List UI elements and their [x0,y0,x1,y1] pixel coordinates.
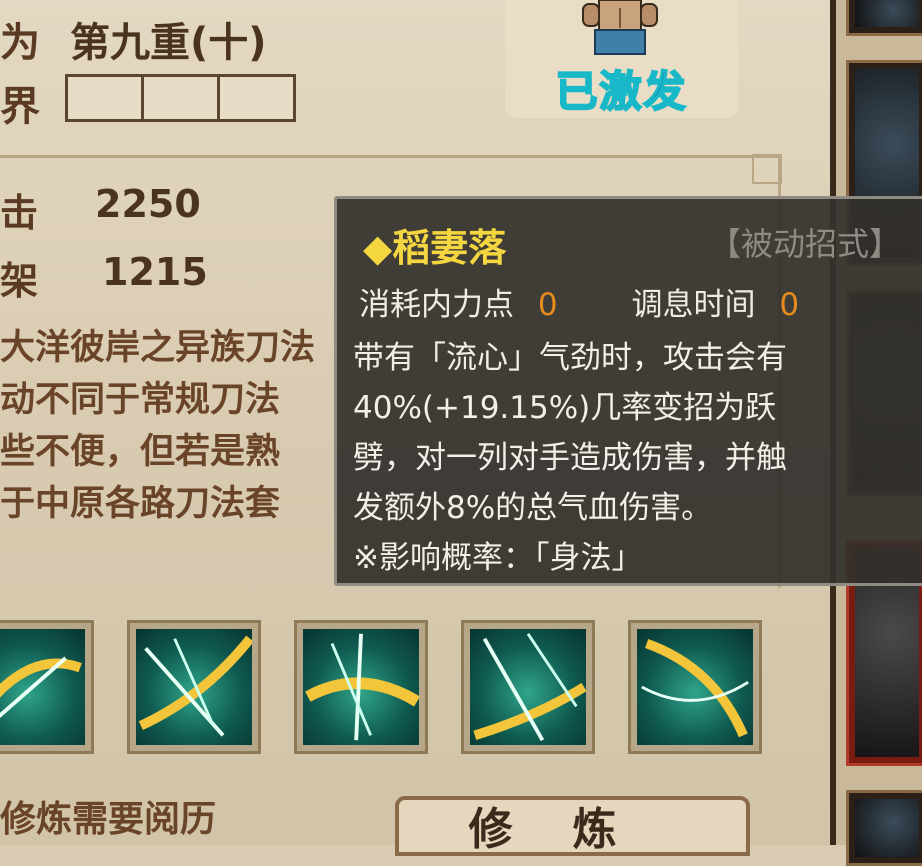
character-portrait[interactable]: 已激发 [505,0,738,118]
tooltip-body: 带有「流心」气劲时，攻击会有 40%(+19.15%)几率变招为跃 劈，对一列对… [353,333,922,583]
activated-status: 已激发 [554,66,688,117]
realm-progress-boxes [65,74,296,122]
slash-icon [305,633,419,741]
skill-description: 大洋彼岸之异族刀法 动不同于常规刀法 些不便，但若是熟 于中原各路刀法套 [0,322,315,530]
attack-value: 2250 [95,182,201,226]
parry-label: 架 [0,259,39,303]
description-line: 大洋彼岸之异族刀法 [0,328,316,368]
tooltip-line: ※影响概率：「身法」 [353,540,643,576]
tooltip-skill-type: 【被动招式】 [709,225,902,263]
realm-box [68,77,144,119]
description-line: 动不同于常规刀法 [0,380,281,420]
description-line: 于中原各路刀法套 [0,484,281,524]
skill-icon-4[interactable] [461,620,595,754]
skill-icon-2[interactable] [127,620,261,754]
tooltip-cost-row: 消耗内力点 0 调息时间 0 [359,279,799,324]
skill-icon-3[interactable] [294,620,428,754]
parry-value: 1215 [102,250,208,294]
cooldown-value: 0 [779,287,800,323]
cooldown-label: 调息时间 [631,287,756,323]
level-value: 第九重(十) [70,20,267,66]
frame-corner-ornament [752,154,782,184]
training-requirement: 修炼需要阅历 [0,799,217,840]
slash-icon [0,656,82,719]
level-label: 为 [0,20,40,66]
tooltip-line: 劈，对一列对手造成伤害，并触 [353,440,787,476]
tooltip-title: ◆稻妻落 [363,226,507,270]
character-slot[interactable] [846,790,922,866]
skill-icon-5[interactable] [628,620,762,754]
skill-tooltip: ◆稻妻落 【被动招式】 消耗内力点 0 调息时间 0 带有「流心」气劲时，攻击会… [334,196,922,586]
attack-label: 击 [0,191,39,235]
realm-label: 界 [0,84,40,130]
tooltip-line: 发额外8%的总气血伤害。 [353,490,713,526]
character-slot[interactable] [846,0,922,36]
slash-icon [641,638,749,738]
tooltip-line: 40%(+19.15%)几率变招为跃 [353,390,777,426]
train-button[interactable]: 修炼 [395,796,750,856]
skill-icon-1[interactable] [0,620,94,754]
cost-label: 消耗内力点 [359,287,514,323]
slash-icon [473,633,586,742]
realm-box [220,77,293,119]
cost-value: 0 [537,287,558,323]
description-line: 些不便，但若是熟 [0,432,281,472]
tooltip-line: 带有「流心」气劲时，攻击会有 [353,340,787,376]
realm-box [144,77,220,119]
slash-icon [138,635,252,737]
character-figure-icon [582,0,658,55]
